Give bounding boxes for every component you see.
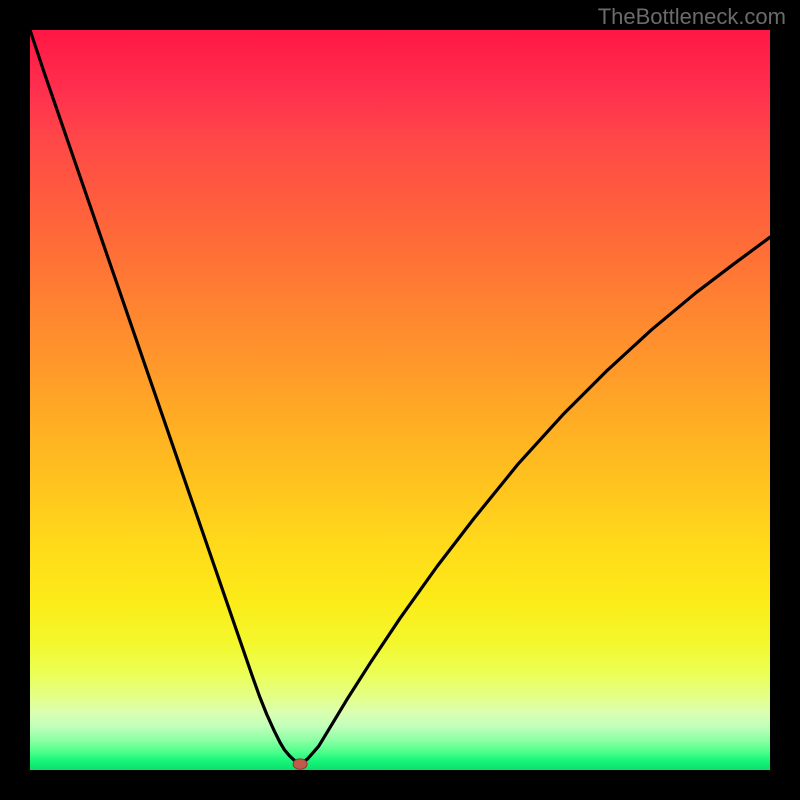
- bottleneck-curve: [30, 30, 770, 764]
- watermark-text: TheBottleneck.com: [598, 4, 786, 30]
- curve-layer: [30, 30, 770, 770]
- chart-container: TheBottleneck.com: [0, 0, 800, 800]
- optimum-marker: [293, 759, 307, 769]
- plot-area: [30, 30, 770, 770]
